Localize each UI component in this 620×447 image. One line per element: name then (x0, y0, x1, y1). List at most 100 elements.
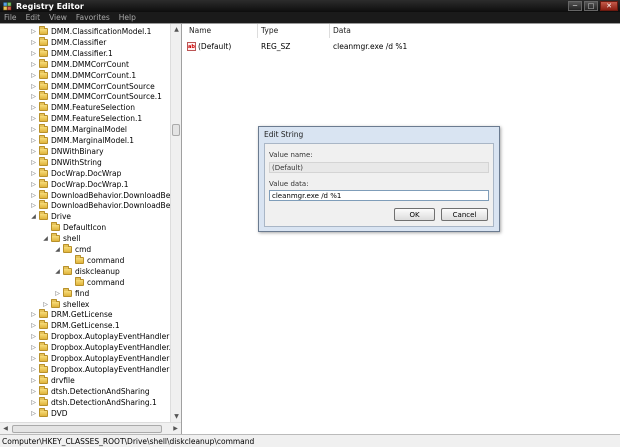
tree-item[interactable]: ▷ DMM.MarginalModel (30, 124, 127, 135)
tree-item[interactable]: ◢ cmd (54, 244, 91, 255)
expand-arrow-icon[interactable]: ▷ (30, 93, 37, 100)
expand-arrow-icon[interactable]: ▷ (30, 202, 37, 209)
tree-item[interactable]: ▷ DocWrap.DocWrap (30, 167, 121, 179)
expand-arrow-icon[interactable]: ▷ (30, 344, 37, 351)
expand-arrow-icon[interactable]: ▷ (30, 28, 37, 35)
menu-view[interactable]: View (49, 13, 67, 22)
tree-scroll-thumb[interactable] (172, 124, 180, 136)
menu-bar: File Edit View Favorites Help (0, 12, 620, 23)
tree-item[interactable]: ▷ DRM.GetLicense.1 (30, 320, 120, 331)
tree-item[interactable]: ▷ DMM.DMMCorrCountSource (30, 80, 155, 92)
tree-item[interactable]: ▷ DMM.FeatureSelection.1 (30, 113, 142, 124)
tree-item-label: DMM.Classifier (51, 37, 107, 47)
expand-arrow-icon[interactable]: ▷ (30, 137, 37, 144)
tree-item[interactable]: ▷ DNWithBinary (30, 145, 104, 157)
tree-item[interactable]: ▷ Dropbox.AutoplayEventHandlerProxy (30, 353, 170, 364)
scroll-left-icon[interactable]: ◀ (0, 423, 11, 434)
collapse-arrow-icon[interactable]: ◢ (30, 213, 37, 220)
scroll-right-icon[interactable]: ▶ (170, 423, 181, 434)
scroll-up-icon[interactable]: ▲ (171, 24, 181, 35)
tree-item[interactable]: ▷ DownloadBehavior.DownloadBehavic (30, 189, 170, 201)
scroll-down-icon[interactable]: ▼ (171, 411, 181, 422)
tree-item-label: DMM.FeatureSelection.1 (51, 114, 143, 124)
tree-horizontal-scrollbar[interactable]: ◀ ▶ (0, 422, 181, 434)
tree-viewport[interactable]: ▷ DMM.ClassificationModel.1 ▷ DMM.Classifie… (0, 24, 170, 422)
maximize-button[interactable]: □ (584, 1, 598, 11)
column-header-name[interactable]: Name (189, 26, 211, 35)
tree-item[interactable]: ◢ Drive (30, 211, 71, 222)
expand-arrow-icon[interactable]: ▷ (54, 290, 61, 297)
tree-item[interactable]: ▷ DMM.Classifier (30, 36, 107, 48)
expand-arrow-icon[interactable]: ▷ (30, 50, 37, 57)
table-row[interactable]: ab (Default) REG_SZ cleanmgr.exe /d %1 (187, 41, 487, 52)
tree-item[interactable]: ▷ DMM.Classifier.1 (30, 47, 113, 59)
tree-item[interactable]: ▷ find (54, 287, 89, 299)
tree-hscroll-thumb[interactable] (12, 425, 162, 433)
expand-arrow-icon[interactable]: ▷ (30, 333, 37, 340)
tree-item[interactable]: ▷ DVD (30, 407, 68, 419)
expand-arrow-icon[interactable]: ▷ (30, 410, 37, 417)
minimize-button[interactable]: ─ (568, 1, 582, 11)
expand-arrow-icon[interactable]: ▷ (42, 301, 49, 308)
menu-file[interactable]: File (4, 13, 17, 22)
expand-arrow-icon[interactable]: ▷ (30, 159, 37, 166)
tree-item[interactable]: ▷ Dropbox.AutoplayEventHandler (30, 331, 169, 342)
expand-arrow-icon[interactable]: ▷ (30, 126, 37, 133)
tree-item[interactable]: ▷ DownloadBehavior.DownloadBehavic (30, 200, 170, 211)
folder-icon (39, 407, 48, 417)
cancel-button[interactable]: Cancel (441, 208, 488, 221)
value-data-input[interactable]: cleanmgr.exe /d %1 (269, 190, 489, 201)
column-header-type[interactable]: Type (261, 26, 278, 35)
expand-arrow-icon[interactable]: ▷ (30, 83, 37, 90)
expand-arrow-icon[interactable]: ▷ (30, 377, 37, 384)
expand-arrow-icon[interactable]: ▷ (30, 170, 37, 177)
column-header-data[interactable]: Data (333, 26, 351, 35)
tree-item-label: DRM.GetLicense.1 (51, 321, 120, 331)
tree-item[interactable]: command (66, 276, 124, 288)
expand-arrow-icon[interactable]: ▷ (30, 115, 37, 122)
column-divider[interactable] (257, 24, 258, 38)
collapse-arrow-icon[interactable]: ◢ (54, 268, 61, 275)
expand-arrow-icon[interactable]: ▷ (30, 148, 37, 155)
tree-item[interactable]: ▷ DMM.DMMCorrCountSource.1 (30, 91, 162, 102)
expand-arrow-icon[interactable]: ▷ (30, 322, 37, 329)
tree-item[interactable]: ▷ DMM.FeatureSelection (30, 102, 135, 113)
tree-item[interactable]: ▷ dtsh.DetectionAndSharing (30, 385, 150, 397)
tree-item[interactable]: ▷ Dropbox.AutoplayEventHandler.4 (30, 342, 170, 353)
close-button[interactable]: ✕ (600, 1, 618, 11)
tree-item[interactable]: command (66, 254, 124, 266)
tree-item[interactable]: ▷ shellex (42, 298, 89, 310)
expand-arrow-icon[interactable]: ▷ (30, 399, 37, 406)
tree-item[interactable]: ▷ Dropbox.AutoplayEventHandlerProxy (30, 363, 170, 375)
tree-item[interactable]: ▷ dtsh.DetectionAndSharing.1 (30, 396, 157, 408)
ok-button[interactable]: OK (394, 208, 435, 221)
expand-arrow-icon[interactable]: ▷ (30, 72, 37, 79)
tree-item[interactable]: ▷ drvfile (30, 374, 75, 386)
tree-vertical-scrollbar[interactable]: ▲ ▼ (170, 24, 181, 422)
expand-arrow-icon[interactable]: ▷ (30, 39, 37, 46)
tree-item[interactable]: ◢ diskcleanup (54, 265, 120, 277)
expand-arrow-icon[interactable]: ▷ (30, 388, 37, 395)
collapse-arrow-icon[interactable]: ◢ (42, 235, 49, 242)
expand-arrow-icon[interactable]: ▷ (30, 355, 37, 362)
menu-favorites[interactable]: Favorites (76, 13, 110, 22)
tree-item[interactable]: ◢ shell (42, 233, 80, 244)
menu-help[interactable]: Help (119, 13, 136, 22)
collapse-arrow-icon[interactable]: ◢ (54, 246, 61, 253)
expand-arrow-icon[interactable]: ▷ (30, 311, 37, 318)
expand-arrow-icon[interactable]: ▷ (30, 181, 37, 188)
expand-arrow-icon[interactable]: ▷ (30, 61, 37, 68)
expand-arrow-icon[interactable]: ▷ (30, 192, 37, 199)
tree-item[interactable]: ▷ DocWrap.DocWrap.1 (30, 178, 129, 190)
tree-item[interactable]: DefaultIcon (42, 222, 106, 233)
tree-item[interactable]: ▷ DMM.DMMCorrCount.1 (30, 69, 136, 81)
expand-arrow-icon[interactable]: ▷ (30, 104, 37, 111)
menu-edit[interactable]: Edit (26, 13, 41, 22)
tree-item[interactable]: ▷ DNWithString (30, 156, 102, 168)
tree-item[interactable]: ▷ DMM.ClassificationModel.1 (30, 26, 151, 37)
tree-item[interactable]: ▷ DMM.MarginalModel.1 (30, 135, 134, 146)
column-divider[interactable] (329, 24, 330, 38)
expand-arrow-icon[interactable]: ▷ (30, 366, 37, 373)
tree-item[interactable]: ▷ DMM.DMMCorrCount (30, 58, 129, 70)
tree-item[interactable]: ▷ DRM.GetLicense (30, 309, 112, 320)
